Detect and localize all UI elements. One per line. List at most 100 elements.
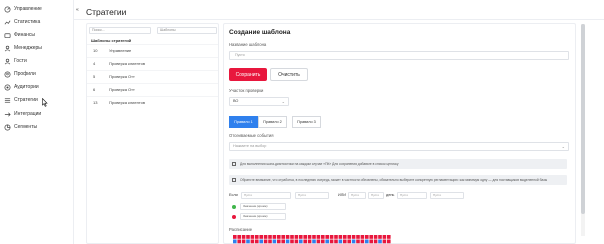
schedule-cell[interactable]	[329, 239, 334, 244]
schedule-cell[interactable]	[347, 239, 351, 244]
schedule-cell[interactable]	[351, 239, 356, 244]
schedule-cell[interactable]	[360, 239, 365, 244]
schedule-cell[interactable]	[334, 239, 338, 244]
schedule-cell[interactable]	[356, 239, 360, 244]
sidebar-item-management[interactable]: Управление	[4, 4, 42, 14]
schedule-cell[interactable]	[259, 235, 263, 239]
schedule-cell[interactable]	[246, 235, 250, 239]
condition-field-5[interactable]: Пусто	[397, 192, 427, 199]
schedule-cell[interactable]	[325, 235, 329, 239]
schedule-cell[interactable]	[356, 235, 360, 239]
schedule-cell[interactable]	[365, 239, 369, 244]
schedule-cell[interactable]	[373, 239, 378, 244]
schedule-cell[interactable]	[299, 239, 303, 244]
list-item[interactable]: 13 Проверка клиентов	[87, 96, 218, 108]
collapse-sidebar-button[interactable]: «	[76, 7, 81, 13]
sidebar-item-statistics[interactable]: Статистика	[4, 17, 40, 27]
schedule-cell[interactable]	[233, 235, 237, 239]
tab-rule-3[interactable]: Правило 3	[292, 116, 321, 128]
schedule-cell[interactable]	[321, 239, 325, 244]
schedule-cell[interactable]	[307, 239, 312, 244]
schedule-cell[interactable]	[268, 239, 272, 244]
schedule-cell[interactable]	[255, 239, 259, 244]
schedule-cell[interactable]	[365, 235, 369, 239]
sidebar-item-managers[interactable]: Менеджеры	[4, 43, 42, 53]
template-filter-select[interactable]: Шаблоны	[157, 27, 217, 34]
schedule-cell[interactable]	[263, 235, 268, 239]
template-name-input[interactable]: Пусто	[229, 51, 569, 60]
schedule-cell[interactable]	[387, 235, 391, 239]
schedule-cell[interactable]	[347, 235, 351, 239]
sidebar-item-guests[interactable]: Гости	[4, 56, 27, 66]
scrollbar-thumb[interactable]	[581, 24, 585, 214]
schedule-cell[interactable]	[329, 235, 334, 239]
schedule-cell[interactable]	[272, 239, 277, 244]
schedule-cell[interactable]	[290, 239, 294, 244]
list-item[interactable]: 5 Проверка Отт	[87, 70, 218, 82]
schedule-cell[interactable]	[303, 239, 307, 244]
schedule-cell[interactable]	[250, 239, 255, 244]
schedule-cell[interactable]	[343, 239, 347, 244]
list-item[interactable]: 4 Проверка клиентов	[87, 57, 218, 69]
sidebar-item-strategies[interactable]: Стратегии	[4, 95, 38, 105]
rule-value-select-2[interactable]: Значение (кроме)	[240, 213, 286, 220]
schedule-cell[interactable]	[285, 239, 290, 244]
schedule-cell[interactable]	[277, 239, 281, 244]
condition-field-3[interactable]: Пусто	[348, 192, 366, 199]
schedule-cell[interactable]	[351, 235, 356, 239]
schedule-cell[interactable]	[294, 235, 299, 239]
schedule-cell[interactable]	[255, 235, 259, 239]
schedule-cell[interactable]	[338, 239, 343, 244]
schedule-grid[interactable]	[233, 235, 393, 244]
notice-checkbox-2[interactable]: Обратите внимание, что отработка, в посл…	[229, 175, 567, 185]
schedule-cell[interactable]	[369, 239, 373, 244]
rule-value-select-1[interactable]: Значение (кроме)	[240, 203, 286, 210]
schedule-cell[interactable]	[343, 235, 347, 239]
check-part-select[interactable]: ВО ⌄	[229, 97, 289, 106]
schedule-cell[interactable]	[325, 239, 329, 244]
schedule-cell[interactable]	[321, 235, 325, 239]
schedule-cell[interactable]	[307, 235, 312, 239]
checkbox[interactable]	[232, 178, 236, 182]
blacklist-select[interactable]: Нажмите на выбор ⌄	[229, 142, 569, 151]
schedule-cell[interactable]	[285, 235, 290, 239]
list-item[interactable]: 10 Управление	[87, 44, 218, 56]
schedule-cell[interactable]	[312, 239, 316, 244]
checkbox[interactable]	[232, 162, 236, 166]
schedule-cell[interactable]	[303, 235, 307, 239]
schedule-cell[interactable]	[360, 235, 365, 239]
schedule-cell[interactable]	[382, 239, 387, 244]
schedule-cell[interactable]	[316, 235, 321, 239]
schedule-cell[interactable]	[268, 235, 272, 239]
schedule-cell[interactable]	[263, 239, 268, 244]
condition-field-4[interactable]: Пусто	[368, 192, 384, 199]
schedule-cell[interactable]	[259, 239, 263, 244]
tab-rule-1[interactable]: Правило 1	[229, 116, 258, 128]
sidebar-item-integrations[interactable]: Интеграции	[4, 109, 41, 119]
schedule-cell[interactable]	[233, 239, 237, 244]
list-item[interactable]: 6 Проверка Отт	[87, 83, 218, 95]
schedule-cell[interactable]	[312, 235, 316, 239]
condition-field-6[interactable]: Пусто	[430, 192, 464, 199]
schedule-cell[interactable]	[250, 235, 255, 239]
condition-field-1[interactable]: Пусто	[241, 192, 291, 199]
sidebar-item-audiences[interactable]: Аудитории	[4, 82, 39, 92]
schedule-cell[interactable]	[369, 235, 373, 239]
schedule-cell[interactable]	[281, 235, 285, 239]
schedule-cell[interactable]	[338, 235, 343, 239]
schedule-cell[interactable]	[373, 235, 378, 239]
schedule-cell[interactable]	[272, 235, 277, 239]
notice-checkbox-1[interactable]: Для выполнения шага-диагностики на каждо…	[229, 159, 567, 169]
sidebar-item-profiles[interactable]: Профили	[4, 69, 36, 79]
schedule-cell[interactable]	[387, 239, 391, 244]
schedule-cell[interactable]	[382, 235, 387, 239]
schedule-cell[interactable]	[241, 239, 246, 244]
schedule-cell[interactable]	[246, 239, 250, 244]
clear-button[interactable]: Очистить	[270, 68, 308, 81]
sidebar-item-segments[interactable]: Сегменты	[4, 122, 37, 132]
search-input[interactable]: Поиск...	[89, 27, 151, 34]
schedule-cell[interactable]	[299, 235, 303, 239]
schedule-cell[interactable]	[241, 235, 246, 239]
tab-rule-2[interactable]: Правило 2	[258, 116, 287, 128]
schedule-cell[interactable]	[294, 239, 299, 244]
